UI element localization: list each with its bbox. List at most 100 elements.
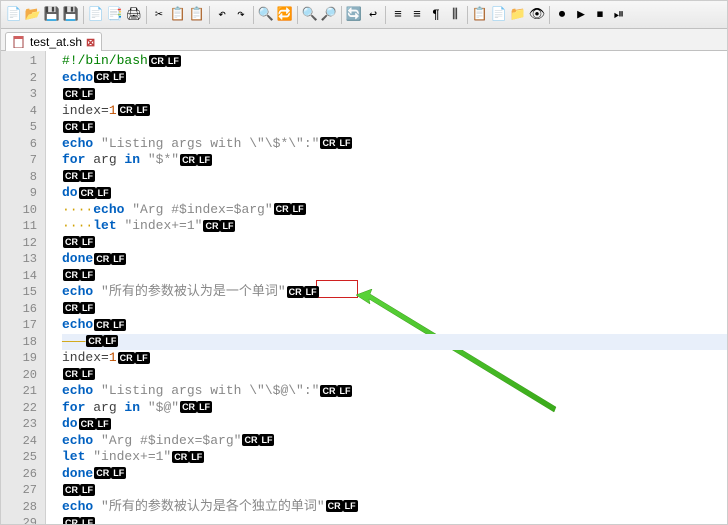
undo-icon[interactable]: ↶ bbox=[213, 6, 231, 24]
print-icon[interactable]: 🖨 bbox=[125, 6, 143, 24]
code-line[interactable]: CRLF bbox=[62, 119, 727, 136]
cut-icon[interactable]: ✂ bbox=[150, 6, 168, 24]
code-line[interactable]: let "index+=1"CRLF bbox=[62, 449, 727, 466]
line-number: 13 bbox=[1, 251, 37, 268]
copy-icon[interactable]: 📋 bbox=[169, 6, 187, 24]
code-line[interactable]: CRLF bbox=[62, 268, 727, 285]
find-icon[interactable]: 🔍 bbox=[257, 6, 275, 24]
play-icon[interactable]: ▶ bbox=[572, 6, 590, 24]
new-file-icon[interactable]: 📄 bbox=[5, 6, 23, 24]
code-line[interactable]: CRLF bbox=[62, 86, 727, 103]
line-number: 8 bbox=[1, 169, 37, 186]
line-number: 19 bbox=[1, 350, 37, 367]
code-line[interactable]: doneCRLF bbox=[62, 466, 727, 483]
crlf-marker: CR bbox=[180, 154, 197, 166]
code-line[interactable]: echo "所有的参数被认为是各个独立的单词"CRLF bbox=[62, 499, 727, 516]
line-number: 9 bbox=[1, 185, 37, 202]
code-line[interactable]: for arg in "$@"CRLF bbox=[62, 400, 727, 417]
indent-icon[interactable]: ≡ bbox=[389, 6, 407, 24]
code-line[interactable]: echo "所有的参数被认为是一个单词"CRLF bbox=[62, 284, 727, 301]
crlf-marker: LF bbox=[197, 154, 212, 166]
crlf-marker: LF bbox=[80, 170, 95, 182]
show-all-icon[interactable]: ¶ bbox=[427, 6, 445, 24]
zoom-in-icon[interactable]: 🔍 bbox=[301, 6, 319, 24]
tab-close-icon[interactable]: ⊠ bbox=[86, 36, 95, 49]
indent-guide-icon[interactable]: ⫼ bbox=[446, 6, 464, 24]
sync-icon[interactable]: 🔄 bbox=[345, 6, 363, 24]
code-line[interactable]: CRLF bbox=[62, 482, 727, 499]
crlf-marker: CR bbox=[326, 500, 343, 512]
code-line[interactable]: doneCRLF bbox=[62, 251, 727, 268]
line-number: 6 bbox=[1, 136, 37, 153]
crlf-marker: LF bbox=[111, 319, 126, 331]
function-list-icon[interactable]: 📋 bbox=[471, 6, 489, 24]
outdent-icon[interactable]: ≡ bbox=[408, 6, 426, 24]
doc-map-icon[interactable]: 📄 bbox=[490, 6, 508, 24]
line-number: 3 bbox=[1, 86, 37, 103]
toolbar-separator bbox=[341, 6, 342, 24]
code-line[interactable]: CRLF bbox=[62, 367, 727, 384]
crlf-marker: CR bbox=[63, 517, 80, 524]
code-line[interactable]: ····echo "Arg #$index=$arg"CRLF bbox=[62, 202, 727, 219]
crlf-marker: LF bbox=[343, 500, 358, 512]
toolbar-separator bbox=[385, 6, 386, 24]
line-number: 23 bbox=[1, 416, 37, 433]
file-tab[interactable]: test_at.sh ⊠ bbox=[5, 32, 102, 51]
paste-icon[interactable]: 📋 bbox=[188, 6, 206, 24]
folder-icon[interactable]: 📁 bbox=[509, 6, 527, 24]
redo-icon[interactable]: ↷ bbox=[232, 6, 250, 24]
crlf-marker: CR bbox=[63, 269, 80, 281]
code-line[interactable]: CRLF bbox=[62, 301, 727, 318]
file-icon bbox=[12, 35, 26, 49]
toolbar-separator bbox=[297, 6, 298, 24]
open-icon[interactable]: 📂 bbox=[24, 6, 42, 24]
line-number: 21 bbox=[1, 383, 37, 400]
save-all-icon[interactable]: 💾 bbox=[62, 6, 80, 24]
crlf-marker: LF bbox=[189, 451, 204, 463]
code-line[interactable]: CRLF bbox=[62, 515, 727, 524]
crlf-marker: LF bbox=[220, 220, 235, 232]
crlf-marker: CR bbox=[63, 236, 80, 248]
code-line[interactable]: for arg in "$*"CRLF bbox=[62, 152, 727, 169]
crlf-marker: LF bbox=[80, 517, 95, 524]
crlf-marker: LF bbox=[291, 203, 306, 215]
crlf-marker: LF bbox=[337, 385, 352, 397]
editor: 1234567891011121314151617181920212223242… bbox=[1, 51, 727, 524]
crlf-marker: LF bbox=[111, 71, 126, 83]
code-line[interactable]: ———CRLF bbox=[62, 334, 727, 351]
crlf-marker: LF bbox=[135, 352, 150, 364]
code-line[interactable]: doCRLF bbox=[62, 416, 727, 433]
code-line[interactable]: echo "Listing args with \"\$@\":"CRLF bbox=[62, 383, 727, 400]
crlf-marker: CR bbox=[86, 335, 103, 347]
code-line[interactable]: ····let "index+=1"CRLF bbox=[62, 218, 727, 235]
line-number: 2 bbox=[1, 70, 37, 87]
code-line[interactable]: echo "Listing args with \"\$*\":"CRLF bbox=[62, 136, 727, 153]
crlf-marker: CR bbox=[63, 368, 80, 380]
wrap-icon[interactable]: ↩ bbox=[364, 6, 382, 24]
crlf-marker: LF bbox=[80, 368, 95, 380]
line-number: 11 bbox=[1, 218, 37, 235]
code-line[interactable]: echo "Arg #$index=$arg"CRLF bbox=[62, 433, 727, 450]
crlf-marker: CR bbox=[203, 220, 220, 232]
code-line[interactable]: doCRLF bbox=[62, 185, 727, 202]
line-number: 26 bbox=[1, 466, 37, 483]
code-line[interactable]: CRLF bbox=[62, 169, 727, 186]
save-icon[interactable]: 💾 bbox=[43, 6, 61, 24]
code-area[interactable]: #!/bin/bashCRLFechoCRLFCRLFindex=1CRLFCR… bbox=[46, 51, 727, 524]
code-line[interactable]: CRLF bbox=[62, 235, 727, 252]
replace-icon[interactable]: 🔁 bbox=[276, 6, 294, 24]
zoom-out-icon[interactable]: 🔎 bbox=[320, 6, 338, 24]
record-icon[interactable]: ⏺ bbox=[553, 6, 571, 24]
crlf-marker: LF bbox=[80, 88, 95, 100]
close-all-icon[interactable]: 📑 bbox=[106, 6, 124, 24]
crlf-marker: CR bbox=[274, 203, 291, 215]
playback-icon[interactable]: ⏯ bbox=[610, 6, 628, 24]
code-line[interactable]: echoCRLF bbox=[62, 70, 727, 87]
code-line[interactable]: #!/bin/bashCRLF bbox=[62, 53, 727, 70]
close-icon[interactable]: 📄 bbox=[87, 6, 105, 24]
stop-icon[interactable]: ⏹ bbox=[591, 6, 609, 24]
monitor-icon[interactable]: 👁 bbox=[528, 6, 546, 24]
code-line[interactable]: index=1CRLF bbox=[62, 350, 727, 367]
code-line[interactable]: index=1CRLF bbox=[62, 103, 727, 120]
code-line[interactable]: echoCRLF bbox=[62, 317, 727, 334]
